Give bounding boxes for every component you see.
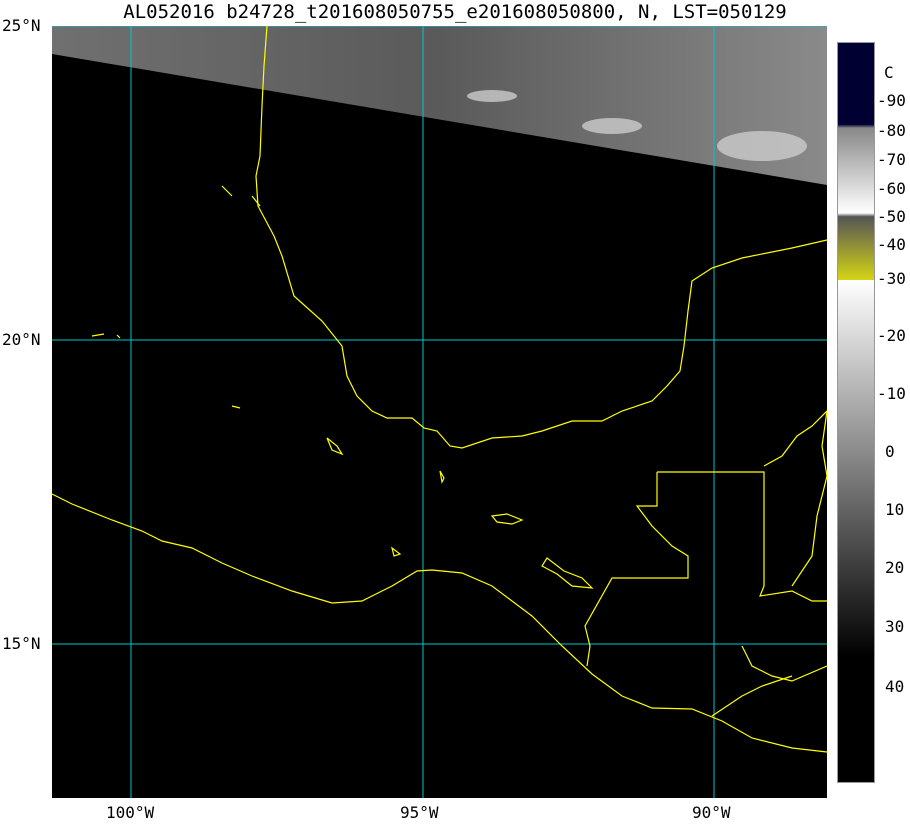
image-title: AL052016 b24728_t201608050755_e201608050… bbox=[123, 1, 787, 23]
lat-label-15n: 15°N bbox=[2, 634, 41, 653]
colorbar-tick: -50 bbox=[877, 207, 906, 226]
lat-label-20n: 20°N bbox=[2, 330, 41, 349]
colorbar-tick: -60 bbox=[877, 179, 906, 198]
colorbar-tick: 30 bbox=[885, 617, 905, 636]
lon-label-100w: 100°W bbox=[106, 803, 155, 822]
colorbar-tick: 20 bbox=[885, 558, 905, 577]
lon-label-90w: 90°W bbox=[692, 803, 731, 822]
colorbar-tick: -80 bbox=[877, 121, 906, 140]
lat-label-25n: 25°N bbox=[2, 16, 41, 35]
colorbar-tick: 10 bbox=[885, 500, 905, 519]
colorbar-tick: -70 bbox=[877, 150, 906, 169]
colorbar bbox=[837, 42, 875, 783]
colorbar-tick: -10 bbox=[877, 384, 906, 403]
colorbar-tick: 0 bbox=[885, 442, 895, 461]
satellite-map bbox=[52, 26, 827, 798]
colorbar-tick: -90 bbox=[877, 91, 906, 110]
lon-label-95w: 95°W bbox=[400, 803, 439, 822]
colorbar-tick: -20 bbox=[877, 326, 906, 345]
colorbar-tick: -40 bbox=[877, 235, 906, 254]
colorbar-tick: -30 bbox=[877, 269, 906, 288]
colorbar-tick: 40 bbox=[885, 677, 905, 696]
colorbar-unit: C bbox=[884, 63, 894, 82]
